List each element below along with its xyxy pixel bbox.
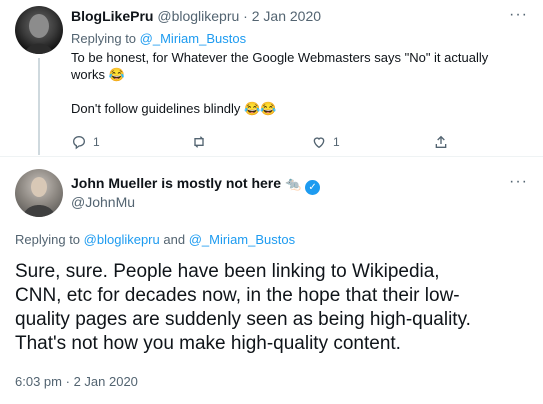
handle[interactable]: @JohnMu [71, 194, 135, 210]
more-options-icon[interactable]: ··· [509, 6, 528, 24]
laughing-emojis: 😂😂 [244, 101, 277, 116]
separator: · [243, 8, 248, 24]
verified-badge-icon: ✓ [305, 180, 321, 195]
handle[interactable]: @bloglikepru [157, 8, 239, 24]
more-options-icon[interactable]: ··· [509, 173, 528, 191]
laughing-emoji: 😂 [108, 67, 125, 82]
separator: · [65, 374, 70, 389]
tweet-text-line: CNN, etc for decades now, in the hope th… [15, 285, 460, 306]
tweet-date: 2 Jan 2020 [73, 374, 138, 389]
retweet-icon [194, 136, 204, 148]
heart-icon [313, 137, 325, 149]
tweet-text-line: Don't follow guidelines blindly 😂😂 [71, 100, 531, 117]
tweet-text-words: Don't follow guidelines blindly [71, 101, 241, 116]
tweet2-header: John Mueller is mostly not here 🐀 ✓ [71, 175, 321, 195]
rat-emoji: 🐀 [284, 176, 302, 191]
avatar-bloglikepru[interactable] [15, 6, 63, 54]
tweet-text-line: works 😂 [71, 66, 531, 83]
display-name[interactable]: BlogLikePru [71, 8, 153, 24]
tweet-text-line: That's not how you make high-quality con… [15, 333, 401, 354]
tweet-time: 6:03 pm [15, 374, 62, 389]
tweet-divider [0, 156, 543, 157]
tweet-text-line: quality pages are suddenly seen as being… [15, 309, 471, 330]
share-button[interactable] [433, 134, 449, 150]
like-count: 1 [333, 135, 340, 149]
tweet2-body: Sure, sure. People have been linking to … [15, 260, 535, 356]
reply-button[interactable]: 1 [71, 134, 100, 150]
tweet1-text: To be honest, for Whatever the Google We… [71, 49, 531, 117]
replying-to-line: Replying to @_Miriam_Bustos [71, 30, 246, 47]
display-name[interactable]: John Mueller is mostly not here [71, 175, 281, 191]
tweet-text-word: works [71, 67, 105, 82]
replying-to-line: Replying to @bloglikepru and @_Miriam_Bu… [15, 231, 295, 248]
share-icon [435, 135, 447, 148]
tweet-date[interactable]: 2 Jan 2020 [252, 8, 321, 24]
thread-connector-line [38, 58, 40, 155]
tweet-timestamp[interactable]: 6:03 pm · 2 Jan 2020 [15, 374, 138, 389]
mention-link[interactable]: @bloglikepru [84, 232, 160, 247]
replying-label: Replying to [15, 232, 81, 247]
mention-link[interactable]: @_Miriam_Bustos [189, 232, 295, 247]
reply-count: 1 [93, 135, 100, 149]
replying-label: Replying to [71, 31, 137, 46]
mention-link[interactable]: @_Miriam_Bustos [140, 31, 246, 46]
retweet-button[interactable] [190, 134, 214, 150]
tweet-text-line: Sure, sure. People have been linking to … [15, 261, 440, 282]
avatar-johnmu[interactable] [15, 169, 63, 217]
replying-and: and [163, 232, 186, 247]
tweet-text-line: To be honest, for Whatever the Google We… [71, 50, 489, 65]
like-button[interactable]: 1 [311, 134, 340, 150]
tweet1-header: BlogLikePru @bloglikepru · 2 Jan 2020 [71, 8, 321, 24]
reply-icon [72, 135, 86, 150]
